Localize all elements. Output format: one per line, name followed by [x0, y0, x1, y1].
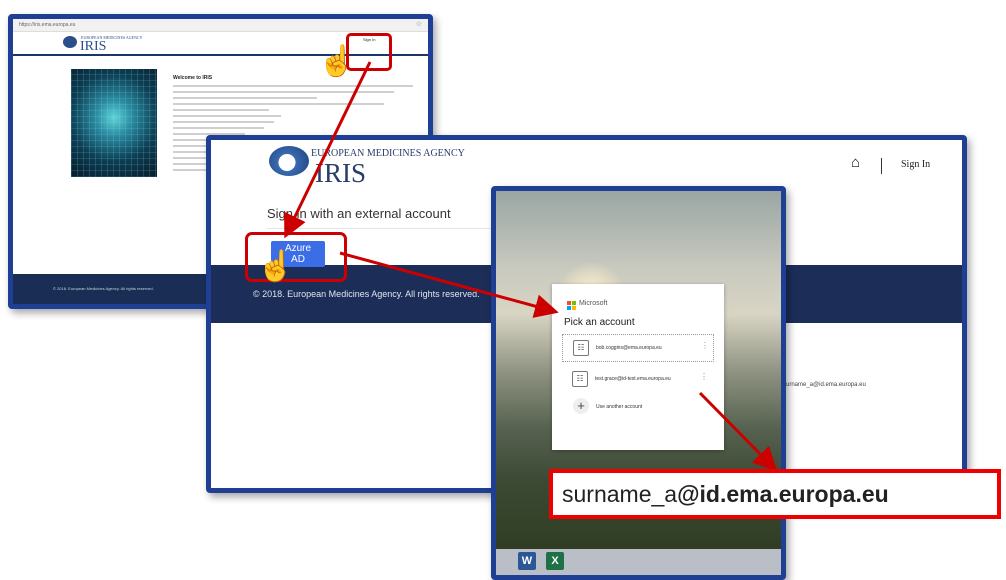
callout-domain: @id.ema.europa.eu	[677, 481, 889, 507]
arrow-account-to-callout	[698, 391, 778, 472]
email-callout: surname_a@id.ema.europa.eu	[549, 469, 1001, 519]
callout-prefix: surname_a	[562, 481, 678, 507]
arrow-signin-to-azure	[284, 61, 372, 239]
arrow-azure-to-picker	[339, 251, 559, 318]
